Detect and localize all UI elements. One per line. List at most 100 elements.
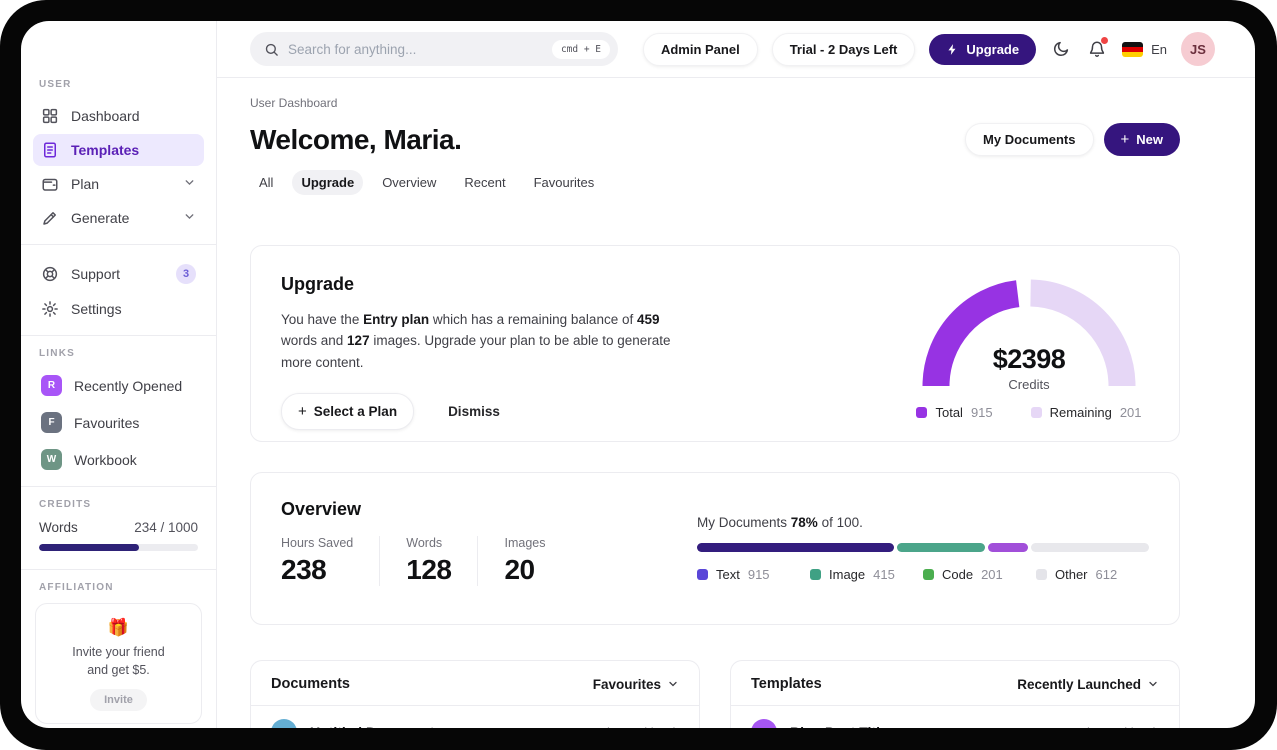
pencil-icon bbox=[43, 212, 56, 225]
stacked-progress-bar bbox=[697, 543, 1149, 552]
document-title: Untitled Document bbox=[310, 724, 434, 728]
dismiss-button[interactable]: Dismiss bbox=[448, 404, 500, 419]
sidebar-item-label: Settings bbox=[71, 301, 122, 317]
divider bbox=[21, 244, 216, 245]
sidebar-section-affiliation: AFFILIATION bbox=[39, 582, 114, 593]
sidebar-section-user: USER bbox=[39, 79, 72, 90]
chevron-down-icon bbox=[669, 681, 677, 687]
tab-recent[interactable]: Recent bbox=[455, 170, 514, 195]
sidebar: USER Dashboard Templates Plan Generate S… bbox=[21, 21, 217, 728]
chevron-down-icon bbox=[1149, 681, 1157, 687]
invite-button[interactable]: Invite bbox=[90, 689, 147, 711]
topbar: Search for anything... cmd + E Admin Pan… bbox=[217, 21, 1255, 78]
tab-overview[interactable]: Overview bbox=[373, 170, 445, 195]
moon-icon bbox=[1054, 41, 1069, 56]
chevron-down-icon bbox=[183, 210, 196, 226]
document-list-item[interactable]: Untitled Document in Workbook bbox=[251, 706, 699, 728]
divider bbox=[21, 569, 216, 570]
legend-item-text: Text 915 bbox=[697, 567, 810, 582]
breadcrumb: User Dashboard bbox=[250, 96, 338, 110]
sidebar-item-plan[interactable]: Plan bbox=[33, 168, 204, 200]
bar-legend: Text 915 Image 415 Code 201 Other 612 bbox=[697, 567, 1149, 582]
legend-item-image: Image 415 bbox=[810, 567, 923, 582]
link-label: Recently Opened bbox=[74, 377, 183, 394]
support-count-badge: 3 bbox=[176, 264, 196, 284]
language-label: En bbox=[1151, 41, 1167, 57]
trial-status-button[interactable]: Trial - 2 Days Left bbox=[771, 32, 916, 66]
sidebar-item-label: Dashboard bbox=[71, 108, 140, 124]
legend-item-total: Total 915 bbox=[916, 405, 993, 420]
grid-icon bbox=[42, 108, 58, 124]
my-documents-button[interactable]: My Documents bbox=[965, 123, 1094, 156]
tab-upgrade[interactable]: Upgrade bbox=[292, 170, 364, 195]
notification-dot bbox=[1101, 37, 1109, 44]
affiliation-card: 🎁 Invite your friend and get $5. Invite bbox=[35, 603, 202, 724]
chevron-down-icon bbox=[183, 176, 196, 192]
link-avatar: R bbox=[41, 375, 62, 396]
templates-filter-dropdown[interactable]: Recently Launched bbox=[1017, 677, 1159, 692]
sidebar-item-settings[interactable]: Settings bbox=[33, 293, 204, 325]
upgrade-card-text: You have the Entry plan which has a rema… bbox=[281, 312, 671, 370]
divider bbox=[21, 335, 216, 336]
sidebar-section-credits: CREDITS bbox=[39, 499, 92, 510]
page-title: Welcome, Maria. bbox=[250, 123, 462, 155]
legend-swatch bbox=[1030, 407, 1042, 418]
sidebar-link-workbook[interactable]: W Workbook bbox=[33, 443, 204, 476]
upgrade-card-title: Upgrade bbox=[281, 274, 355, 294]
document-location: in Workbook bbox=[607, 725, 679, 729]
sidebar-item-label: Generate bbox=[71, 210, 130, 226]
credits-label: Words bbox=[39, 520, 78, 535]
gauge-legend: Total 915 Remaining 201 bbox=[916, 405, 1142, 420]
plus-icon: + bbox=[298, 402, 307, 420]
sidebar-item-generate[interactable]: Generate bbox=[33, 202, 204, 234]
legend-swatch bbox=[810, 569, 821, 580]
documents-filter-dropdown[interactable]: Favourites bbox=[593, 677, 679, 692]
overview-card: Overview Hours Saved 238 Words 128 Image… bbox=[250, 472, 1180, 625]
sidebar-item-support[interactable]: Support 3 bbox=[33, 257, 204, 291]
sidebar-item-dashboard[interactable]: Dashboard bbox=[33, 100, 204, 132]
credits-gauge: $2398 Credits Total 915 Remaining 201 bbox=[909, 274, 1149, 420]
search-input[interactable]: Search for anything... cmd + E bbox=[250, 32, 618, 66]
template-location: in Workbook bbox=[1087, 725, 1159, 729]
legend-item-code: Code 201 bbox=[923, 567, 1036, 582]
legend-swatch bbox=[923, 569, 934, 580]
document-avatar bbox=[271, 719, 297, 728]
template-list-item[interactable]: Blog Post Title in Workbook bbox=[731, 706, 1179, 728]
link-avatar: F bbox=[41, 412, 62, 433]
sidebar-link-recently-opened[interactable]: R Recently Opened bbox=[33, 369, 204, 402]
plus-icon: + bbox=[1120, 131, 1130, 148]
documents-progress-label: My Documents 78% of 100. bbox=[697, 515, 863, 530]
user-avatar[interactable]: JS bbox=[1181, 32, 1215, 66]
sidebar-section-links: LINKS bbox=[39, 348, 75, 359]
lifebuoy-icon bbox=[42, 266, 58, 282]
bar-segment-image bbox=[896, 543, 985, 552]
new-button[interactable]: + New bbox=[1103, 123, 1180, 156]
overview-stats: Hours Saved 238 Words 128 Images 20 bbox=[281, 536, 571, 586]
main-area: Search for anything... cmd + E Admin Pan… bbox=[217, 21, 1255, 728]
sidebar-item-label: Support bbox=[71, 266, 121, 282]
language-selector[interactable]: En bbox=[1122, 41, 1167, 57]
tab-favourites[interactable]: Favourites bbox=[525, 170, 604, 195]
dark-mode-toggle[interactable] bbox=[1050, 38, 1072, 60]
sidebar-link-favourites[interactable]: F Favourites bbox=[33, 406, 204, 439]
upgrade-button[interactable]: Upgrade bbox=[929, 33, 1037, 65]
credits-progress-track bbox=[39, 544, 198, 551]
search-shortcut-badge: cmd + E bbox=[551, 39, 610, 59]
bar-segment-code bbox=[987, 543, 1029, 552]
select-plan-button[interactable]: + Select a Plan bbox=[281, 392, 415, 430]
tab-all[interactable]: All bbox=[250, 170, 282, 195]
sidebar-item-templates[interactable]: Templates bbox=[33, 134, 204, 166]
documents-card-title: Documents bbox=[271, 676, 350, 692]
overview-card-title: Overview bbox=[281, 499, 362, 519]
legend-item-remaining: Remaining 201 bbox=[1030, 405, 1142, 420]
templates-card: Templates Recently Launched Blog Post Ti… bbox=[730, 660, 1180, 728]
notifications-button[interactable] bbox=[1086, 37, 1109, 60]
wallet-icon bbox=[42, 178, 58, 191]
legend-swatch bbox=[916, 407, 928, 418]
search-placeholder: Search for anything... bbox=[288, 41, 417, 57]
admin-panel-button[interactable]: Admin Panel bbox=[642, 32, 758, 66]
documents-progress-chart: My Documents 78% of 100. Text 915 Image … bbox=[697, 499, 1149, 598]
credits-value: 234 / 1000 bbox=[134, 520, 198, 535]
document-icon bbox=[44, 142, 56, 158]
app-window: USER Dashboard Templates Plan Generate S… bbox=[21, 21, 1255, 728]
